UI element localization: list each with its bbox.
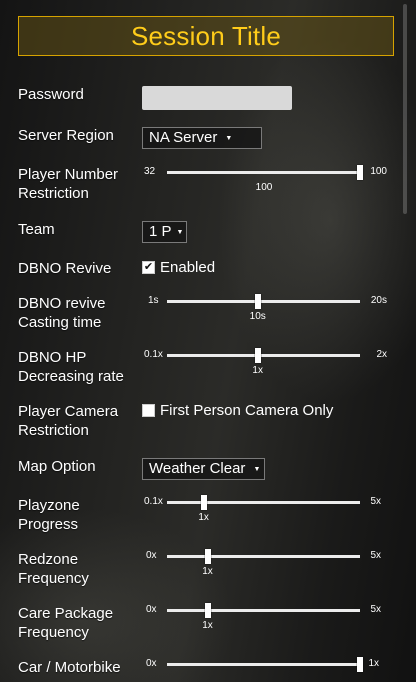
player-number-slider[interactable]: 32 100 100 [142, 165, 387, 206]
slider-thumb[interactable] [254, 348, 261, 363]
team-dropdown[interactable]: 1 P ▼ [142, 221, 187, 243]
custom-match-settings-panel: Session Title Password Server Region NA … [0, 0, 396, 682]
slider-max-label: 20s [370, 295, 387, 306]
player-number-label: Player Number Restriction [18, 166, 119, 202]
slider-min-label: 0x [146, 604, 157, 615]
slider-track[interactable] [167, 609, 360, 612]
slider-min-label: 0.1x [144, 349, 163, 360]
slider-track[interactable] [167, 300, 360, 303]
slider-track[interactable] [167, 171, 360, 174]
car-motorbike-label: Car / Motorbike [18, 659, 121, 676]
slider-min-label: 32 [144, 166, 156, 177]
map-option-dropdown[interactable]: Weather Clear ▼ [142, 458, 265, 480]
slider-track[interactable] [167, 663, 360, 666]
dbno-casting-slider[interactable]: 1s 20s 10s [142, 294, 387, 335]
slider-value: 100 [255, 182, 273, 193]
slider-thumb[interactable] [254, 294, 261, 309]
slider-thumb[interactable] [357, 657, 363, 672]
slider-max-label: 1x [368, 658, 379, 669]
password-label: Password [18, 86, 84, 103]
slider-min-label: 0x [146, 550, 157, 561]
slider-track[interactable] [167, 501, 360, 504]
dbno-casting-label: DBNO revive Casting time [18, 295, 106, 331]
password-input[interactable] [142, 86, 292, 110]
slider-thumb[interactable] [204, 549, 211, 564]
player-camera-label: Player Camera Restriction [18, 403, 119, 439]
first-person-checkbox-label: First Person Camera Only [160, 402, 334, 419]
session-title: Session Title [130, 20, 281, 51]
slider-min-label: 1s [148, 295, 159, 306]
map-option-label: Map Option [18, 458, 96, 475]
slider-value: 1x [202, 620, 213, 631]
slider-min-label: 0.1x [144, 496, 163, 507]
scrollbar[interactable] [398, 0, 416, 682]
dbno-revive-label: DBNO Revive [18, 260, 112, 277]
slider-max-label: 5x [370, 496, 381, 507]
session-title-box[interactable]: Session Title [18, 16, 394, 56]
chevron-down-icon: ▼ [225, 134, 233, 142]
map-option-value: Weather Clear [149, 460, 246, 477]
slider-max-label: 5x [370, 550, 381, 561]
team-value: 1 P [149, 223, 172, 240]
slider-track[interactable] [167, 555, 360, 558]
chevron-down-icon: ▼ [253, 465, 261, 473]
scrollbar-thumb[interactable] [403, 4, 407, 214]
dbno-revive-checkbox[interactable]: ✔ [142, 261, 155, 274]
slider-min-label: 0x [146, 658, 157, 669]
slider-value: 10s [249, 311, 266, 322]
server-region-value: NA Server [149, 129, 218, 146]
slider-thumb[interactable] [357, 165, 363, 180]
playzone-label: Playzone Progress [18, 497, 80, 533]
server-region-label: Server Region [18, 127, 114, 144]
slider-track[interactable] [167, 354, 360, 357]
redzone-label: Redzone Frequency [18, 551, 89, 587]
slider-value: 1x [202, 566, 213, 577]
slider-value: 1x [198, 512, 209, 523]
first-person-checkbox[interactable] [142, 404, 155, 417]
team-label: Team [18, 221, 55, 238]
care-package-label: Care Package Frequency [18, 605, 114, 641]
first-person-toggle[interactable]: First Person Camera Only [142, 402, 333, 419]
slider-value: 1x [252, 365, 263, 376]
chevron-down-icon: ▼ [176, 228, 184, 236]
dbno-revive-toggle[interactable]: ✔ Enabled [142, 259, 215, 276]
dbno-revive-checkbox-label: Enabled [160, 259, 216, 276]
playzone-slider[interactable]: 0.1x 5x 1x [142, 495, 387, 536]
dbno-hp-label: DBNO HP Decreasing rate [18, 349, 124, 385]
care-package-slider[interactable]: 0x 5x 1x [142, 603, 387, 644]
slider-thumb[interactable] [200, 495, 207, 510]
dbno-hp-slider[interactable]: 0.1x 2x 1x [142, 348, 387, 389]
slider-max-label: 5x [370, 604, 381, 615]
server-region-dropdown[interactable]: NA Server ▼ [142, 127, 262, 149]
slider-max-label: 2x [376, 349, 387, 360]
redzone-slider[interactable]: 0x 5x 1x [142, 549, 387, 590]
car-motorbike-slider[interactable]: 0x 1x [142, 657, 387, 682]
slider-thumb[interactable] [204, 603, 211, 618]
slider-max-label: 100 [370, 166, 387, 177]
